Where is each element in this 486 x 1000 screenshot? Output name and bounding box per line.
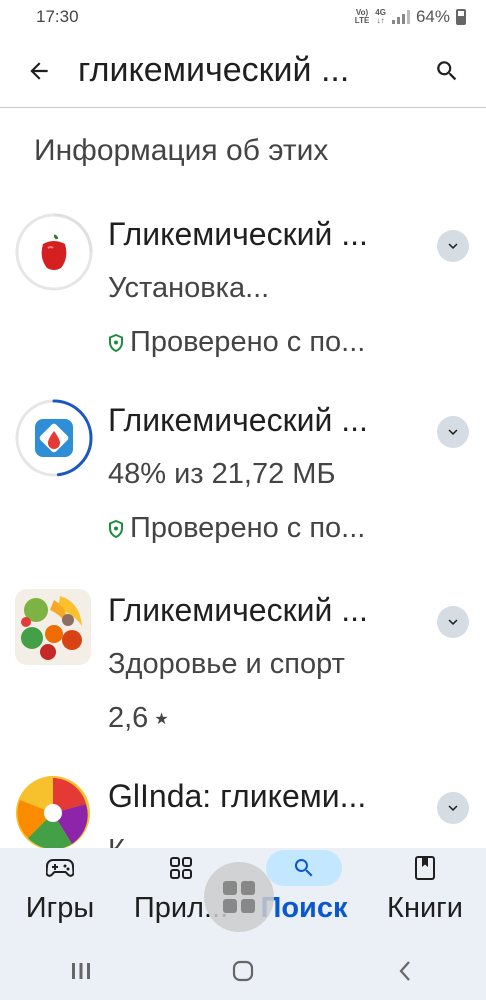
grid-icon: [223, 881, 255, 913]
search-button[interactable]: [408, 34, 486, 108]
expand-button[interactable]: [437, 606, 469, 638]
chevron-down-icon: [448, 805, 458, 811]
star-icon: ★: [154, 710, 169, 728]
nav-books[interactable]: Книги: [374, 848, 476, 942]
verified-line: Проверено с по...: [108, 326, 365, 359]
status-icons: Vo) LTE 4G ↓↑ 64%: [355, 7, 466, 27]
recents-button[interactable]: [51, 951, 111, 991]
nav-games[interactable]: Игры: [14, 848, 106, 942]
expand-button[interactable]: [437, 416, 469, 448]
app-name: Гликемический ...: [108, 402, 368, 438]
verified-line: Проверено с по...: [108, 512, 365, 545]
healthy-food-icon: [15, 589, 91, 665]
signal-icon: [391, 10, 410, 24]
expand-button[interactable]: [437, 792, 469, 824]
search-app-bar: гликемический ...: [0, 34, 486, 108]
apps-grid-icon: [170, 857, 192, 879]
arrow-back-icon: [30, 61, 48, 80]
app-rating: 2,6 ★: [108, 702, 169, 734]
status-bar: 17:30 Vo) LTE 4G ↓↑ 64%: [0, 0, 486, 34]
chevron-left-icon: [399, 961, 410, 981]
nav-label: Игры: [25, 892, 95, 924]
app-name: Гликемический ...: [108, 216, 368, 252]
recents-icon: [72, 963, 90, 979]
glucose-drop-icon: [35, 419, 73, 457]
pepper-icon: [36, 232, 72, 272]
chevron-down-icon: [448, 619, 458, 625]
app-category: Здоровье и спорт: [108, 648, 345, 680]
app-name: GlInda: гликеми...: [108, 778, 367, 814]
book-icon: [415, 856, 435, 880]
search-query[interactable]: гликемический ...: [78, 51, 408, 90]
expand-button[interactable]: [437, 230, 469, 262]
volte-icon: Vo) LTE: [354, 8, 370, 25]
app-icon: [14, 398, 94, 478]
home-icon: [232, 960, 254, 982]
floating-assistant-button[interactable]: [204, 862, 274, 932]
install-status: Установка...: [108, 272, 270, 304]
nav-label: Книги: [387, 892, 463, 924]
gamepad-icon: [46, 859, 74, 877]
shield-icon: [109, 519, 123, 538]
home-button[interactable]: [213, 951, 273, 991]
status-time: 17:30: [36, 7, 79, 26]
system-back-button[interactable]: [375, 951, 435, 991]
search-icon: [437, 60, 457, 80]
search-icon: [294, 859, 313, 877]
system-navigation-bar: [0, 942, 486, 1000]
section-title: Информация об этих: [34, 134, 329, 167]
app-list-item[interactable]: Гликемический ... Здоровье и спорт 2,6 ★: [0, 588, 486, 768]
chevron-down-icon: [448, 429, 458, 435]
app-name: Гликемический ...: [108, 592, 368, 628]
app-icon: [14, 774, 94, 854]
battery-percent: 64%: [415, 7, 450, 26]
app-icon: [14, 212, 94, 292]
app-list-item[interactable]: Гликемический ... Установка... Проверено…: [0, 212, 486, 392]
battery-icon: [456, 9, 466, 25]
download-progress-text: 48% из 21,72 МБ: [108, 458, 336, 490]
app-icon: [14, 588, 94, 668]
food-plate-icon: [16, 776, 90, 850]
app-list-item[interactable]: Гликемический ... 48% из 21,72 МБ Провер…: [0, 398, 486, 578]
shield-icon: [109, 333, 123, 352]
back-button[interactable]: [0, 34, 78, 108]
chevron-down-icon: [448, 243, 458, 249]
network-4g-icon: 4G ↓↑: [375, 8, 386, 25]
